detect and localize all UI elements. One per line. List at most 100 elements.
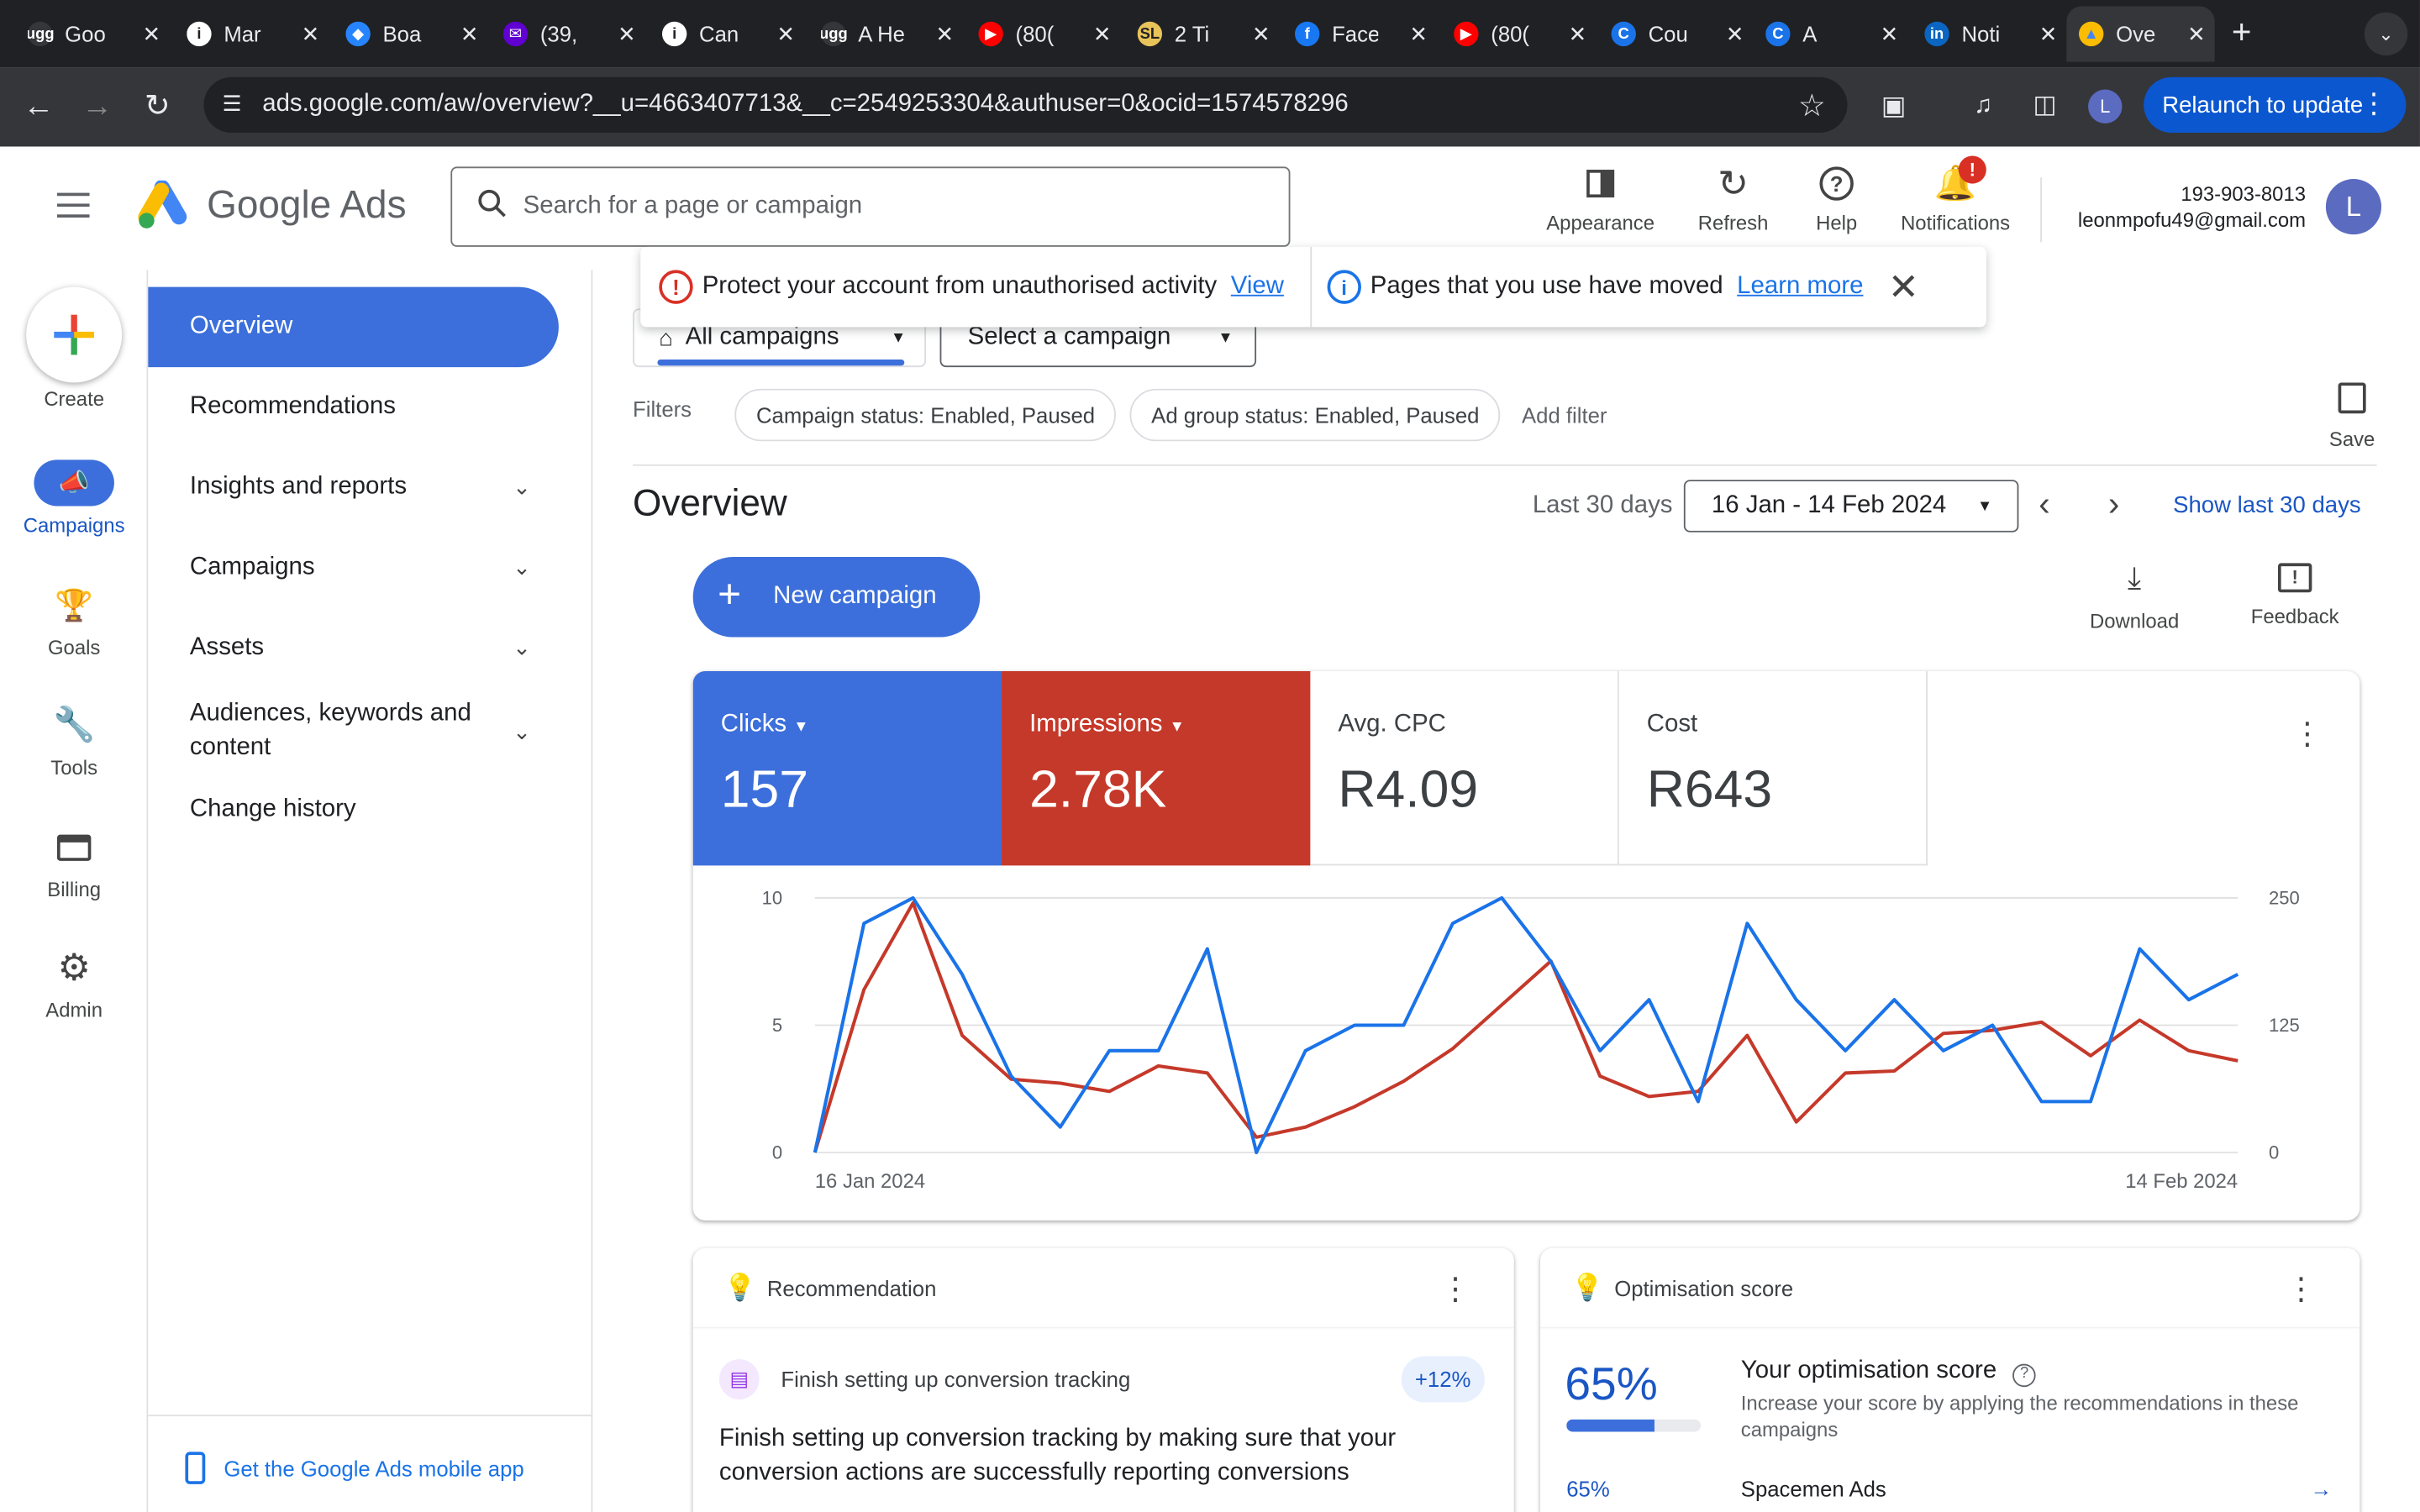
previous-period-icon[interactable]: ‹ (2039, 485, 2049, 525)
info-icon: i (1327, 270, 1361, 304)
close-icon[interactable]: ✕ (1888, 265, 1919, 309)
browser-tab[interactable]: C Cou ✕ (1611, 6, 1754, 61)
more-vert-icon[interactable]: ⋮ (1440, 1270, 1471, 1309)
browser-tab[interactable]: ▲ Ove ✕ (2066, 6, 2215, 62)
bookmark-star-icon[interactable]: ☆ (1798, 87, 1826, 125)
media-control-icon[interactable]: ♫ (1966, 90, 2000, 123)
rail-campaigns[interactable]: 📣 Campaigns (0, 459, 148, 537)
rail-billing-label: Billing (47, 878, 102, 901)
notifications-label: Notifications (1901, 211, 2011, 235)
nav-assets[interactable]: Assets ⌄ (148, 608, 559, 689)
new-tab-button[interactable]: + (2232, 14, 2252, 49)
account-email[interactable]: leonmpofu49@gmail.com (2078, 208, 2306, 232)
close-tab-icon[interactable]: ✕ (142, 22, 160, 48)
relaunch-button[interactable]: Relaunch to update ⋮ (2144, 76, 2407, 133)
nav-recommendations[interactable]: Recommendations (148, 367, 559, 448)
learn-more-link[interactable]: Learn more (1737, 273, 1863, 301)
view-link[interactable]: View (1231, 273, 1284, 301)
address-bar[interactable]: ☰ ads.google.com/aw/overview?__u=4663407… (203, 76, 1848, 133)
nav-change-history[interactable]: Change history (148, 770, 559, 851)
campaign-status-filter-chip[interactable]: Campaign status: Enabled, Paused (734, 388, 1117, 442)
save-button[interactable]: Save (2318, 382, 2386, 450)
ad-group-status-filter-chip[interactable]: Ad group status: Enabled, Paused (1129, 388, 1502, 442)
browser-tab[interactable]: i Can ✕ (661, 6, 804, 61)
appearance-button[interactable]: Appearance (1540, 162, 1660, 234)
date-range-picker[interactable]: 16 Jan - 14 Feb 2024 ▼ (1683, 480, 2019, 533)
site-info-icon[interactable]: ☰ (222, 91, 241, 117)
google-ads-logo-icon[interactable] (136, 179, 192, 230)
rail-tools[interactable]: 🔧 Tools (0, 702, 148, 779)
add-filter-button[interactable]: Add filter (1522, 402, 1607, 427)
close-tab-icon[interactable]: ✕ (302, 22, 320, 48)
close-tab-icon[interactable]: ✕ (776, 22, 795, 48)
notifications-button[interactable]: 🔔 ! Notifications (1889, 155, 2022, 235)
close-tab-icon[interactable]: ✕ (460, 22, 479, 48)
hamburger-menu-icon[interactable] (56, 192, 90, 218)
close-tab-icon[interactable]: ✕ (1252, 22, 1270, 48)
rail-billing[interactable]: Billing (0, 824, 148, 901)
side-panel-icon[interactable]: ◫ (2028, 90, 2061, 123)
show-last-30-days-link[interactable]: Show last 30 days (2173, 492, 2361, 518)
nav-overview[interactable]: Overview (148, 286, 559, 368)
new-campaign-button[interactable]: + New campaign (692, 557, 981, 638)
profile-avatar[interactable]: L (2088, 89, 2123, 123)
download-button[interactable]: ⤓ Download (2081, 563, 2189, 633)
close-tab-icon[interactable]: ✕ (618, 22, 636, 48)
help-button[interactable]: ? Help (1802, 162, 1870, 234)
close-tab-icon[interactable]: ✕ (1093, 22, 1112, 48)
search-input[interactable]: Search for a page or campaign (450, 166, 1291, 247)
arrow-right-icon: → (2310, 1476, 2333, 1502)
metric-impressions-label: Impressions (1029, 711, 1163, 738)
close-tab-icon[interactable]: ✕ (1726, 22, 1744, 48)
nav-assets-label: Assets (189, 633, 265, 661)
metric-impressions[interactable]: Impressions ▼ 2.78K (1002, 670, 1311, 866)
close-tab-icon[interactable]: ✕ (1569, 22, 1587, 48)
metric-cost[interactable]: Cost R643 (1618, 670, 1928, 866)
tab-search-button[interactable]: ⌄ (2364, 12, 2408, 56)
account-id[interactable]: 193-903-8013 (2181, 182, 2306, 206)
nav-audiences[interactable]: Audiences, keywords and content ⌄ (148, 688, 559, 774)
forward-icon[interactable]: → (81, 90, 114, 123)
feedback-button[interactable]: ! Feedback (2241, 563, 2349, 628)
nav-insights[interactable]: Insights and reports ⌄ (148, 448, 559, 528)
extensions-icon[interactable]: ▣ (1876, 90, 1910, 123)
browser-tab[interactable]: ugg A He ✕ (821, 6, 963, 61)
next-period-icon[interactable]: › (2108, 485, 2119, 525)
browser-tab[interactable]: ▶ (80(✕ (1454, 6, 1596, 61)
browser-tab[interactable]: in Noti ✕ (1924, 6, 2066, 61)
close-tab-icon[interactable]: ✕ (1881, 22, 1899, 48)
nav-campaigns[interactable]: Campaigns ⌄ (148, 528, 559, 608)
info-icon: i (661, 21, 687, 47)
create-button[interactable] (26, 286, 123, 383)
refresh-button[interactable]: ↻ Refresh (1688, 162, 1778, 234)
browser-tab[interactable]: ◆ Boa ✕ (345, 6, 487, 61)
metric-avg-cpc[interactable]: Avg. CPC R4.09 (1310, 670, 1619, 866)
close-tab-icon[interactable]: ✕ (1409, 22, 1428, 48)
chart-more-icon[interactable]: ⋮ (2291, 714, 2323, 753)
browser-tab[interactable]: SL 2 Ti ✕ (1137, 6, 1280, 61)
lightbulb-icon: 💡 (1570, 1273, 1604, 1303)
reload-icon[interactable]: ↻ (140, 90, 174, 123)
back-icon[interactable]: ← (22, 90, 55, 123)
close-tab-icon[interactable]: ✕ (936, 22, 955, 48)
tab-title: Can (699, 21, 739, 47)
recommendation-item[interactable]: ▤ Finish setting up conversion tracking … (718, 1353, 1485, 1405)
metric-clicks[interactable]: Clicks ▼ 157 (692, 670, 1002, 866)
rail-goals[interactable]: 🏆 Goals (0, 581, 148, 659)
browser-tab[interactable]: ugg Goo ✕ (28, 6, 170, 61)
account-avatar[interactable]: L (2325, 179, 2382, 235)
campaign-score-row[interactable]: 65% Spacemen Ads → (1566, 1477, 2332, 1508)
download-icon: ⤓ (2128, 561, 2142, 596)
close-tab-icon[interactable]: ✕ (2039, 22, 2058, 48)
more-vert-icon[interactable]: ⋮ (2286, 1270, 2317, 1309)
browser-tab[interactable]: ▶ (80(✕ (978, 6, 1120, 61)
help-outline-icon[interactable]: ? (2012, 1363, 2036, 1388)
rail-admin[interactable]: ⚙ Admin (0, 944, 148, 1021)
browser-tab[interactable]: C A ✕ (1765, 6, 1907, 61)
close-tab-icon[interactable]: ✕ (2187, 22, 2206, 48)
google-ads-logo-text[interactable]: Google Ads (207, 184, 406, 228)
browser-tab[interactable]: f Face ✕ (1294, 6, 1437, 61)
browser-tab[interactable]: ✉ (39, ✕ (502, 6, 645, 61)
browser-tab[interactable]: i Mar ✕ (187, 6, 329, 61)
mobile-app-link[interactable]: Get the Google Ads mobile app (185, 1452, 524, 1484)
